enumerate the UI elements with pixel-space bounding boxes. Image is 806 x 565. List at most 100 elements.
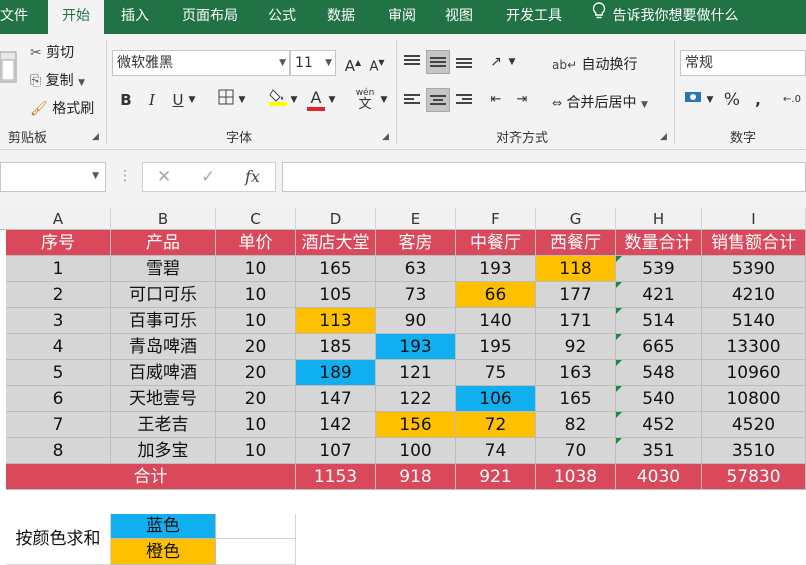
orange-sum-cell[interactable] — [216, 539, 296, 565]
table-cell[interactable]: 351 — [616, 438, 702, 464]
table-cell[interactable]: 92 — [536, 334, 616, 360]
align-middle-button[interactable] — [426, 50, 450, 74]
table-cell[interactable]: 青岛啤酒 — [111, 334, 216, 360]
table-header-cell[interactable]: 酒店大堂 — [296, 230, 376, 256]
table-cell[interactable]: 6 — [6, 386, 111, 412]
table-header-cell[interactable]: 西餐厅 — [536, 230, 616, 256]
accounting-format-button[interactable] — [682, 88, 706, 112]
table-header-cell[interactable]: 产品 — [111, 230, 216, 256]
blue-label-cell[interactable]: 蓝色 — [111, 514, 216, 539]
insert-function-icon[interactable]: fx — [245, 167, 260, 186]
phonetic-dropdown[interactable]: ▼ — [378, 88, 390, 112]
dialog-launcher-icon[interactable]: ◢ — [660, 132, 667, 142]
table-cell[interactable]: 100 — [376, 438, 456, 464]
table-cell[interactable]: 10 — [216, 438, 296, 464]
name-box[interactable]: ▼ — [0, 162, 106, 192]
table-cell[interactable]: 113 — [296, 308, 376, 334]
total-value-cell[interactable]: 1038 — [536, 464, 616, 490]
font-color-dropdown[interactable]: ▼ — [326, 88, 338, 112]
table-cell[interactable]: 163 — [536, 360, 616, 386]
fill-color-button[interactable] — [266, 86, 290, 110]
column-header-g[interactable]: G — [536, 208, 616, 230]
table-cell[interactable]: 105 — [296, 282, 376, 308]
table-cell[interactable]: 539 — [616, 256, 702, 282]
font-name-combo[interactable]: 微软雅黑 ▼ — [112, 50, 290, 76]
column-header-c[interactable]: C — [216, 208, 296, 230]
percent-button[interactable]: % — [720, 88, 744, 112]
table-header-cell[interactable]: 客房 — [376, 230, 456, 256]
table-cell[interactable]: 加多宝 — [111, 438, 216, 464]
column-header-i[interactable]: I — [702, 208, 806, 230]
table-cell[interactable]: 雪碧 — [111, 256, 216, 282]
table-cell[interactable]: 10 — [216, 256, 296, 282]
underline-dropdown[interactable]: ▼ — [186, 88, 198, 112]
borders-button[interactable] — [214, 88, 238, 112]
dialog-launcher-icon[interactable]: ◢ — [382, 132, 389, 142]
table-cell[interactable]: 66 — [456, 282, 536, 308]
table-cell[interactable]: 13300 — [702, 334, 806, 360]
table-cell[interactable]: 121 — [376, 360, 456, 386]
number-format-combo[interactable]: 常规 — [680, 50, 806, 76]
tab-developer[interactable]: 开发工具 — [497, 0, 571, 34]
bold-button[interactable]: B — [114, 88, 138, 112]
cancel-icon[interactable]: ✕ — [157, 167, 171, 187]
column-header-h[interactable]: H — [616, 208, 702, 230]
table-cell[interactable]: 75 — [456, 360, 536, 386]
table-cell[interactable]: 193 — [456, 256, 536, 282]
column-header-e[interactable]: E — [376, 208, 456, 230]
column-header-d[interactable]: D — [296, 208, 376, 230]
tab-view[interactable]: 视图 — [437, 0, 481, 34]
table-cell[interactable]: 10 — [216, 308, 296, 334]
table-cell[interactable]: 7 — [6, 412, 111, 438]
align-right-button[interactable] — [452, 88, 476, 112]
fill-color-dropdown[interactable]: ▼ — [288, 88, 300, 112]
cut-button[interactable]: ✂ 剪切 — [30, 42, 74, 62]
accounting-dropdown[interactable]: ▼ — [704, 88, 716, 112]
table-cell[interactable]: 4 — [6, 334, 111, 360]
worksheet-grid[interactable]: ABCDEFGHI 序号 产品 单价 酒店大堂 客房 中餐厅 西餐厅 数量合计 销售额合计 1 雪碧… — [0, 208, 806, 565]
tab-review[interactable]: 审阅 — [380, 0, 424, 34]
table-cell[interactable]: 90 — [376, 308, 456, 334]
paste-button[interactable] — [0, 42, 20, 112]
table-cell[interactable]: 天地壹号 — [111, 386, 216, 412]
tab-data[interactable]: 数据 — [319, 0, 363, 34]
table-cell[interactable]: 3 — [6, 308, 111, 334]
table-cell[interactable]: 10960 — [702, 360, 806, 386]
total-value-cell[interactable]: 57830 — [702, 464, 806, 490]
grow-font-button[interactable]: A▲ — [341, 51, 365, 75]
table-cell[interactable]: 107 — [296, 438, 376, 464]
dialog-launcher-icon[interactable]: ◢ — [92, 132, 99, 142]
total-label-cell[interactable]: 合计 — [6, 464, 296, 490]
table-cell[interactable]: 2 — [6, 282, 111, 308]
table-cell[interactable]: 106 — [456, 386, 536, 412]
table-cell[interactable]: 82 — [536, 412, 616, 438]
table-cell[interactable]: 可口可乐 — [111, 282, 216, 308]
font-size-combo[interactable]: 11 ▼ — [290, 50, 336, 76]
table-cell[interactable]: 4210 — [702, 282, 806, 308]
table-cell[interactable]: 4520 — [702, 412, 806, 438]
tab-page-layout[interactable]: 页面布局 — [173, 0, 247, 34]
table-cell[interactable]: 王老吉 — [111, 412, 216, 438]
table-cell[interactable]: 5140 — [702, 308, 806, 334]
enter-icon[interactable]: ✓ — [201, 167, 215, 187]
table-cell[interactable]: 548 — [616, 360, 702, 386]
align-bottom-button[interactable] — [452, 50, 476, 74]
total-value-cell[interactable]: 921 — [456, 464, 536, 490]
borders-dropdown[interactable]: ▼ — [236, 88, 248, 112]
tell-me-search[interactable]: 告诉我你想要做什么 — [590, 0, 738, 34]
align-left-button[interactable] — [400, 88, 424, 112]
table-header-cell[interactable]: 序号 — [6, 230, 111, 256]
sum-by-color-label[interactable]: 按颜色求和 — [6, 514, 111, 565]
table-cell[interactable]: 177 — [536, 282, 616, 308]
phonetic-guide-button[interactable]: wén 文 — [350, 86, 380, 111]
chevron-down-icon[interactable]: ▼ — [92, 171, 99, 181]
table-cell[interactable]: 665 — [616, 334, 702, 360]
table-cell[interactable]: 421 — [616, 282, 702, 308]
table-cell[interactable]: 3510 — [702, 438, 806, 464]
tab-insert[interactable]: 插入 — [113, 0, 157, 34]
table-cell[interactable]: 72 — [456, 412, 536, 438]
increase-decimal-button[interactable]: ←.0 — [780, 88, 804, 112]
table-cell[interactable]: 10800 — [702, 386, 806, 412]
column-header-f[interactable]: F — [456, 208, 536, 230]
table-cell[interactable]: 142 — [296, 412, 376, 438]
